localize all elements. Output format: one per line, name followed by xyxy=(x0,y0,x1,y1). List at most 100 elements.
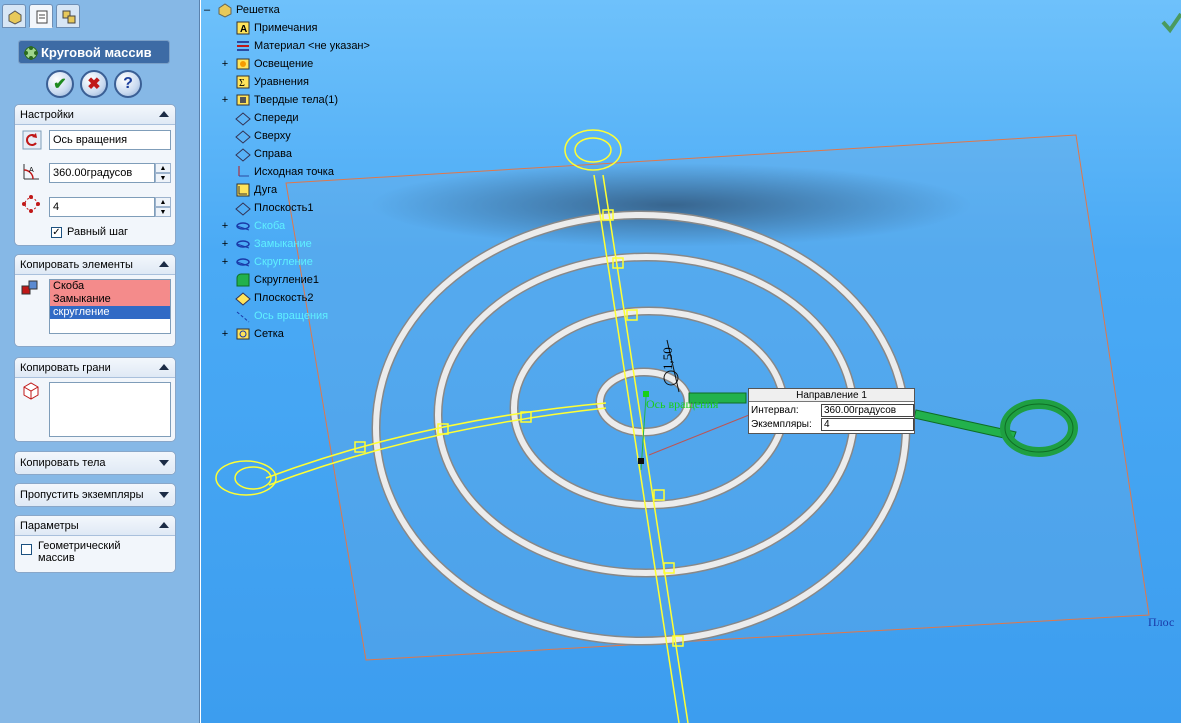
tree-item-label: Спереди xyxy=(254,112,299,124)
view-checkmark-icon[interactable] xyxy=(1161,12,1181,34)
pattern-icon xyxy=(236,328,250,340)
axis-label: Ось вращения xyxy=(646,397,719,411)
axis-field[interactable]: Ось вращения xyxy=(49,130,171,150)
tree-expander[interactable]: + xyxy=(221,95,229,106)
expand-arrow-icon[interactable] xyxy=(159,460,169,466)
origin-icon xyxy=(238,166,249,177)
tree-item[interactable]: + Замыкание xyxy=(221,235,312,253)
cancel-button[interactable]: ✖ xyxy=(80,70,108,98)
tree-item[interactable]: Справа xyxy=(221,145,292,163)
fillet-icon xyxy=(236,273,250,287)
tree-item[interactable]: Скругление1 xyxy=(221,271,319,289)
features-list-item[interactable]: Замыкание xyxy=(50,293,170,306)
faces-to-pattern-group: Копировать грани xyxy=(14,357,176,442)
collapse-arrow-icon[interactable] xyxy=(159,111,169,117)
tree-item[interactable]: + Сетка xyxy=(221,325,284,343)
faces-listbox[interactable] xyxy=(49,382,171,437)
material-icon xyxy=(237,41,249,51)
tree-item[interactable]: Плоскость2 xyxy=(221,289,314,307)
collapse-arrow-icon[interactable] xyxy=(159,522,169,528)
features-group-header[interactable]: Копировать элементы xyxy=(15,255,175,275)
tree-root-label: Решетка xyxy=(236,4,280,16)
instances-up-icon[interactable]: ▲ xyxy=(155,197,171,207)
tab-property-manager[interactable] xyxy=(29,4,53,28)
instances-value-field[interactable]: 4 xyxy=(821,418,914,431)
plane-selected-icon xyxy=(235,292,251,306)
tree-item[interactable]: + Скоба xyxy=(221,217,285,235)
features-list-item[interactable]: Скоба xyxy=(50,280,170,293)
instances-label: Экземпляры: xyxy=(751,419,812,430)
settings-group: Настройки Ось вращения A 360.00градусов … xyxy=(14,104,176,246)
instances-down-icon[interactable]: ▼ xyxy=(155,207,171,217)
part-icon xyxy=(218,3,232,18)
manager-tabs xyxy=(0,0,200,30)
help-button[interactable]: ? xyxy=(114,70,142,98)
angle-up-icon[interactable]: ▲ xyxy=(155,163,171,173)
ok-button[interactable]: ✔ xyxy=(46,70,74,98)
tree-item-label: Плоскость1 xyxy=(254,202,314,214)
tree-item[interactable]: + Скругление xyxy=(221,253,313,271)
tree-expander[interactable]: + xyxy=(221,221,229,232)
instances-stepper[interactable]: ▲ ▼ xyxy=(155,197,171,217)
instances-field[interactable]: 4 xyxy=(49,197,155,217)
svg-text:A: A xyxy=(29,167,34,174)
tree-item[interactable]: + Освещение xyxy=(221,55,314,73)
options-group-title: Параметры xyxy=(20,519,79,532)
tree-item[interactable]: + Твердые тела(1) xyxy=(221,91,338,109)
property-manager-icon xyxy=(36,10,48,24)
instances-icon xyxy=(22,195,40,213)
geometry-pattern-checkbox[interactable] xyxy=(21,544,32,555)
tab-feature-manager[interactable] xyxy=(2,4,26,28)
features-list: Скоба Замыкание скругление xyxy=(50,280,170,319)
collapse-expander[interactable]: – xyxy=(203,5,211,16)
tab-configuration-manager[interactable] xyxy=(56,4,80,28)
angle-down-icon[interactable]: ▼ xyxy=(155,173,171,183)
tree-item[interactable]: Спереди xyxy=(221,109,299,127)
equal-spacing-checkbox[interactable]: ✓ xyxy=(51,227,62,238)
property-manager-panel: Круговой массив ✔ ✖ ? Настройки Ось вращ… xyxy=(0,0,200,723)
features-to-pattern-group: Копировать элементы Скоба Замыкание скругл… xyxy=(14,254,176,347)
tree-item-label: Твердые тела(1) xyxy=(254,94,339,106)
arc-feature-icon xyxy=(236,183,250,197)
tree-expander[interactable]: + xyxy=(221,257,229,268)
tree-expander[interactable]: + xyxy=(221,239,229,250)
tree-item[interactable]: Исходная точка xyxy=(221,163,334,181)
tree-root[interactable]: – Решетка xyxy=(203,1,280,19)
tree-item[interactable]: Дуга xyxy=(221,181,277,199)
options-group-body: Геометрический массив xyxy=(15,536,175,572)
skip-group-header[interactable]: Пропустить экземпляры xyxy=(15,484,175,506)
tree-item[interactable]: Материал <не указан> xyxy=(221,37,370,55)
svg-text:Σ: Σ xyxy=(239,78,245,89)
interval-value-field[interactable]: 360.00градусов xyxy=(821,404,914,417)
tree-item-label: Исходная точка xyxy=(254,166,334,178)
instances-to-skip-group[interactable]: Пропустить экземпляры xyxy=(14,483,176,507)
tree-item-label: Замыкание xyxy=(254,238,312,250)
options-group-header[interactable]: Параметры xyxy=(15,516,175,536)
tree-item[interactable]: Сверху xyxy=(221,127,291,145)
tree-item-label: Примечания xyxy=(254,22,318,34)
angle-stepper[interactable]: ▲ ▼ xyxy=(155,163,171,183)
faces-group-header[interactable]: Копировать грани xyxy=(15,358,175,378)
features-list-item[interactable]: скругление xyxy=(50,306,170,319)
tree-expander[interactable]: + xyxy=(221,59,229,70)
tree-item[interactable]: Ось вращения xyxy=(221,307,328,325)
features-listbox[interactable]: Скоба Замыкание скругление xyxy=(49,279,171,334)
plane-icon xyxy=(235,112,251,126)
tree-item[interactable]: Σ Уравнения xyxy=(221,73,309,91)
dimension-label[interactable]: 1,50 xyxy=(660,347,676,370)
collapse-arrow-icon[interactable] xyxy=(159,261,169,267)
settings-group-body: Ось вращения A 360.00градусов ▲ ▼ 4 ▲ ▼ ✓ … xyxy=(15,125,175,245)
tree-expander[interactable]: + xyxy=(221,329,229,340)
tree-item-label: Справа xyxy=(254,148,292,160)
tree-item[interactable]: Плоскость1 xyxy=(221,199,314,217)
bodies-group-header[interactable]: Копировать тела xyxy=(15,452,175,474)
tree-item[interactable]: A Примечания xyxy=(221,19,318,37)
angle-field[interactable]: 360.00градусов xyxy=(49,163,155,183)
collapse-arrow-icon[interactable] xyxy=(159,364,169,370)
feature-manager-icon xyxy=(8,10,22,25)
tree-item-label: Скругление xyxy=(254,256,313,268)
tree-item-label: Дуга xyxy=(254,184,278,196)
expand-arrow-icon[interactable] xyxy=(159,492,169,498)
bodies-to-pattern-group[interactable]: Копировать тела xyxy=(14,451,176,475)
settings-group-header[interactable]: Настройки xyxy=(15,105,175,125)
